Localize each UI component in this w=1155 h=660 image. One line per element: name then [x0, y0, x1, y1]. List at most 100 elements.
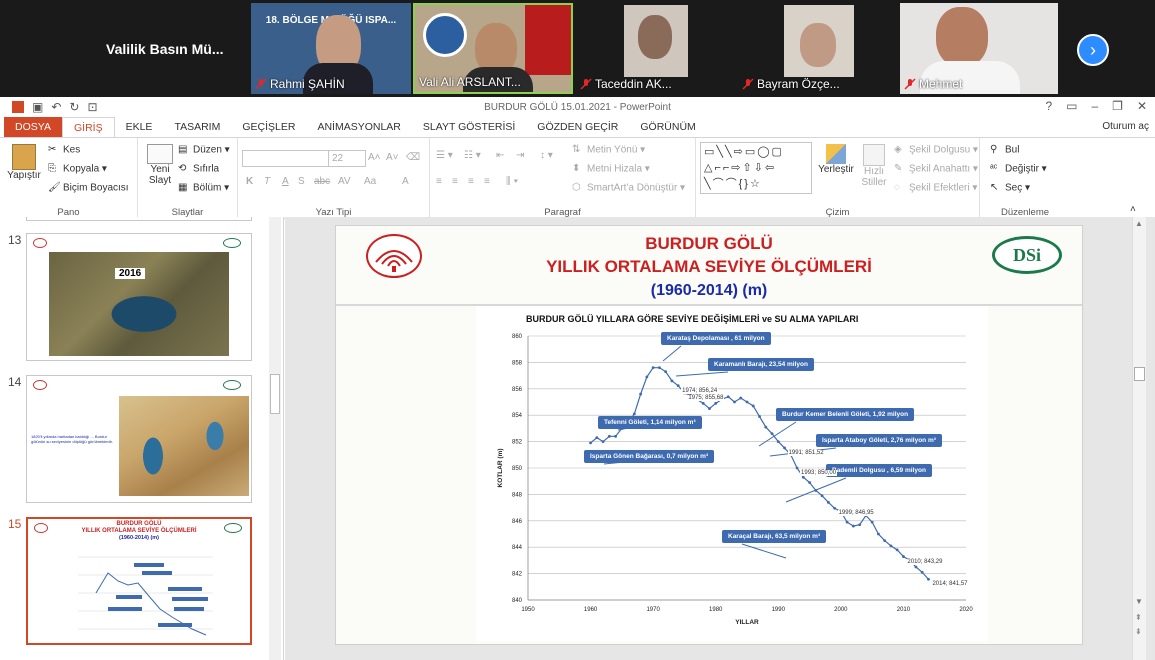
current-slide[interactable]: BURDUR GÖLÜ YILLIK ORTALAMA SEVİYE ÖLÇÜM…: [335, 225, 1083, 645]
tab-gecisler[interactable]: GEÇİŞLER: [231, 117, 306, 137]
select-button[interactable]: ↖ Seç ▾: [990, 182, 1030, 194]
increase-indent-button[interactable]: ⇥: [516, 150, 524, 161]
restore-icon[interactable]: ❐: [1112, 99, 1123, 113]
clear-format-button[interactable]: ⌫: [406, 152, 420, 163]
thumb-title-3: (1960-2014) (m): [118, 535, 160, 541]
copy-button[interactable]: ⎘ Kopyala ▾: [48, 163, 107, 175]
participant-name: Vali Ali ARSLANT...: [419, 75, 521, 89]
quick-styles-button[interactable]: Hızlı Stiller: [858, 144, 890, 188]
annotation-pointer: [741, 543, 787, 559]
columns-button[interactable]: ⫼ ▾: [506, 176, 518, 187]
reset-button[interactable]: ⟲ Sıfırla: [178, 163, 219, 175]
scroll-up-icon[interactable]: ▲: [1135, 219, 1143, 228]
next-slide-icon[interactable]: ⇟: [1135, 627, 1142, 636]
grow-font-button[interactable]: A˄: [368, 152, 381, 163]
close-icon[interactable]: ✕: [1137, 99, 1147, 113]
shadow-button[interactable]: S: [298, 176, 305, 187]
tab-ekle[interactable]: EKLE: [115, 117, 164, 137]
slide-thumbnail-15[interactable]: BURDUR GÖLÜ YILLIK ORTALAMA SEVİYE ÖLÇÜM…: [26, 517, 252, 645]
align-text-button[interactable]: ⬍ Metni Hizala ▾: [572, 163, 650, 175]
line-spacing-button[interactable]: ↕ ▾: [540, 150, 553, 161]
tab-slayt-gosterisi[interactable]: SLAYT GÖSTERİSİ: [412, 117, 526, 137]
room-tile[interactable]: Valilik Basın Mü...: [88, 3, 248, 94]
underline-button[interactable]: A: [282, 176, 289, 187]
thumbnail-scrollbar[interactable]: [269, 217, 281, 660]
font-name-combo[interactable]: [242, 150, 330, 167]
strikethrough-button[interactable]: abc: [314, 176, 330, 187]
copy-label: Kopyala: [63, 163, 100, 175]
text-direction-button[interactable]: ⇅ Metin Yönü ▾: [572, 144, 645, 156]
participant-tile[interactable]: Mehmet: [900, 3, 1058, 94]
align-left-button[interactable]: ≡: [436, 176, 442, 187]
new-slide-button[interactable]: Yeni Slayt: [142, 144, 178, 186]
cut-button[interactable]: ✂ Kes: [48, 144, 80, 156]
help-icon[interactable]: ?: [1045, 99, 1052, 113]
shape-effects-button[interactable]: ◌ Şekil Efektleri ▾: [894, 182, 977, 194]
title-bar: ▣ ↶ ↻ ⊡ BURDUR GÖLÜ 15.01.2021 - PowerPo…: [0, 97, 1155, 117]
data-point: [664, 370, 668, 374]
chart-annotation: Burdur Kemer Belenli Göleti, 1,92 milyon: [776, 408, 915, 421]
collapse-ribbon-icon[interactable]: ˄: [1130, 204, 1136, 215]
decrease-indent-button[interactable]: ⇤: [496, 150, 504, 161]
x-axis-label: YILLAR: [735, 619, 759, 626]
font-size-combo[interactable]: 22: [328, 150, 366, 167]
scroll-down-icon[interactable]: ▼: [1135, 597, 1143, 606]
tab-tasarim[interactable]: TASARIM: [163, 117, 231, 137]
justify-button[interactable]: ≡: [484, 176, 490, 187]
prev-slide-icon[interactable]: ⇞: [1135, 613, 1142, 622]
chevron-right-icon[interactable]: ›: [1077, 34, 1109, 66]
replace-button[interactable]: ᵃᶜ Değiştir ▾: [990, 163, 1047, 175]
numbering-button[interactable]: ☷ ▾: [464, 150, 481, 161]
tab-gorunum[interactable]: GÖRÜNÜM: [629, 117, 706, 137]
group-cizim: ▭╲╲⇨▭◯▢ △⌐⌐⇨⇧⇩⇦ ╲⌒⌒{}☆ Yerleştir Hızlı Sti…: [696, 138, 980, 220]
change-case-button[interactable]: Aa: [364, 176, 376, 187]
shape-fill-button[interactable]: ◈ Şekil Dolgusu ▾: [894, 144, 978, 156]
data-point: [820, 494, 824, 498]
participant-tile[interactable]: Taceddin AK...: [576, 3, 736, 94]
chart-annotation: Karaçal Barajı, 63,5 milyon m³: [722, 530, 827, 543]
italic-button[interactable]: T: [264, 176, 270, 187]
scrollbar-thumb[interactable]: [1134, 367, 1145, 381]
paste-button[interactable]: Yapıştır: [6, 144, 42, 181]
bullets-button[interactable]: ☰ ▾: [436, 150, 453, 161]
smartart-button[interactable]: ⬡ SmartArt'a Dönüştür ▾: [572, 182, 685, 194]
participant-tile[interactable]: Bayram Özçe...: [738, 3, 898, 94]
tab-gozden-gecir[interactable]: GÖZDEN GEÇİR: [526, 117, 629, 137]
shapes-gallery[interactable]: ▭╲╲⇨▭◯▢ △⌐⌐⇨⇧⇩⇦ ╲⌒⌒{}☆: [700, 142, 812, 194]
slide-scrollbar[interactable]: ▲ ▼ ⇞ ⇟: [1132, 217, 1146, 660]
mic-off-icon: [255, 78, 267, 90]
tab-dosya[interactable]: DOSYA: [4, 117, 62, 137]
participant-tile[interactable]: Vali Ali ARSLANT...: [413, 3, 573, 94]
shape-outline-button[interactable]: ✎ Şekil Anahattı ▾: [894, 163, 978, 175]
data-point: [870, 520, 874, 524]
ribbon-options-icon[interactable]: ▭: [1066, 99, 1077, 113]
arrange-button[interactable]: Yerleştir: [818, 144, 854, 175]
tab-animasyonlar[interactable]: ANİMASYONLAR: [306, 117, 411, 137]
data-label: 1993; 850,00: [800, 470, 838, 476]
scrollbar-thumb[interactable]: [270, 374, 280, 414]
slide-thumbnail-14[interactable]: 1820'li yıllarda haritadan katıldığı ...…: [26, 375, 252, 503]
shrink-font-button[interactable]: A˅: [386, 152, 399, 163]
minimize-icon[interactable]: –: [1091, 99, 1098, 113]
align-center-button[interactable]: ≡: [452, 176, 458, 187]
participant-face: [936, 7, 988, 67]
data-point: [589, 441, 592, 445]
participant-tile[interactable]: 18. BÖLGE M... ÜĞÜ ISPA... Rahmi ŞAHİN: [251, 3, 411, 94]
annotation-pointer: [675, 371, 729, 377]
bold-button[interactable]: K: [246, 176, 253, 187]
char-spacing-button[interactable]: AV: [338, 176, 351, 187]
data-point: [758, 415, 761, 418]
shape-fill-label: Şekil Dolgusu: [909, 144, 971, 156]
tab-giris[interactable]: GİRİŞ: [61, 117, 115, 137]
layout-button[interactable]: ▤ Düzen ▾: [178, 144, 230, 156]
mic-off-icon: [904, 78, 916, 90]
font-color-button[interactable]: A: [402, 176, 409, 187]
slide-thumbnail-13[interactable]: 2016: [26, 233, 252, 361]
sign-in-link[interactable]: Oturum aç: [1102, 121, 1149, 132]
year-label: 2016: [115, 268, 146, 279]
align-right-button[interactable]: ≡: [468, 176, 474, 187]
format-painter-button[interactable]: 🖌 Biçim Boyacısı: [48, 182, 129, 194]
find-button[interactable]: ⚲ Bul: [990, 144, 1019, 156]
data-point: [877, 532, 880, 536]
section-button[interactable]: ▦ Bölüm ▾: [178, 182, 229, 194]
